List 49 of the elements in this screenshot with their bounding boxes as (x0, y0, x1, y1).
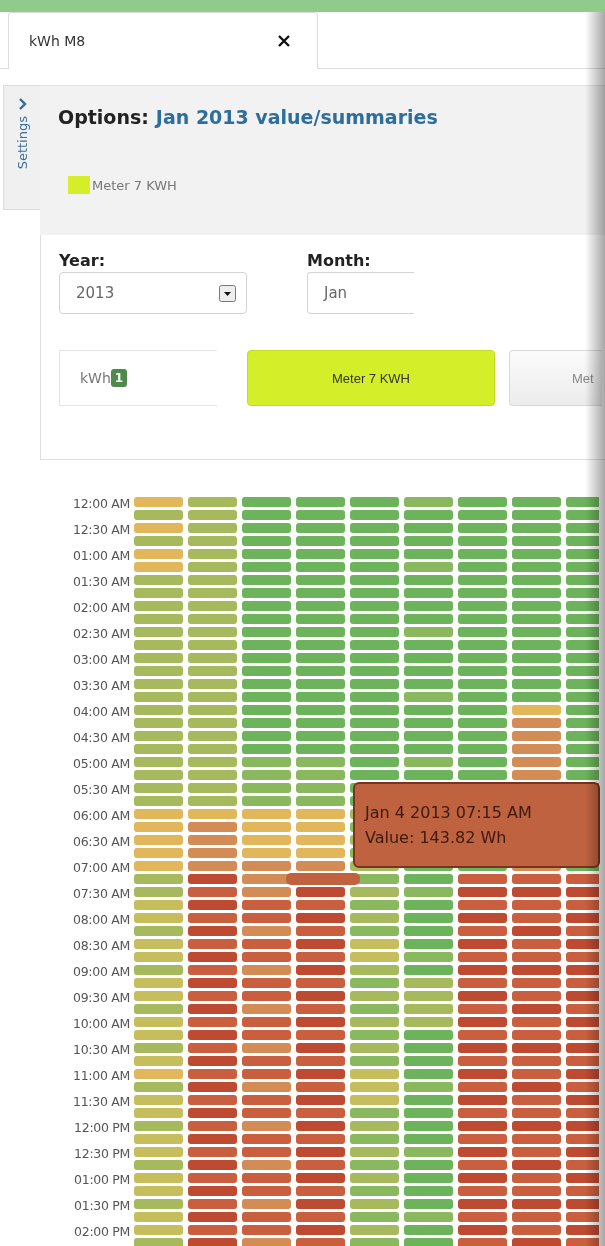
time-label: 04:00 AM (72, 705, 131, 721)
time-label: 01:30 AM (72, 575, 131, 591)
time-label: 02:00 PM (73, 1225, 131, 1241)
dropdown-icon[interactable] (219, 284, 236, 302)
time-label: 01:30 PM (73, 1199, 131, 1215)
tab-label: kWh M8 (29, 33, 86, 49)
time-label: 11:30 AM (72, 1095, 131, 1111)
meter-button[interactable]: Met (509, 350, 602, 406)
time-label: 05:00 AM (72, 757, 131, 773)
time-label: 08:00 AM (72, 913, 131, 929)
options-value: Jan 2013 value/summaries (155, 106, 438, 128)
time-label: 02:00 AM (72, 601, 131, 617)
time-label: 12:30 PM (73, 1147, 131, 1163)
time-label: 12:00 AM (72, 497, 131, 513)
count-badge: 1 (110, 369, 128, 387)
tab[interactable]: kWh M8 (8, 12, 318, 69)
unit-field[interactable]: kWh 1 (59, 350, 217, 406)
time-label: 11:00 AM (72, 1069, 131, 1085)
time-label: 08:30 AM (72, 939, 131, 955)
time-label: 03:30 AM (72, 679, 131, 695)
time-label: 02:30 AM (72, 627, 131, 643)
meter-button[interactable]: Meter 7 KWH (247, 350, 495, 406)
time-label: 05:30 AM (72, 783, 131, 799)
time-label: 03:00 AM (72, 653, 131, 669)
year-label: Year: (59, 251, 107, 270)
time-label: 04:30 AM (72, 731, 131, 747)
year-select[interactable]: 2013 (59, 272, 247, 314)
close-icon[interactable] (277, 34, 291, 48)
time-label: 06:00 AM (72, 809, 131, 825)
time-label: 12:30 AM (72, 523, 131, 539)
tooltip-line: Value: 143.82 Wh (365, 827, 508, 849)
time-label: 10:00 AM (72, 1017, 131, 1033)
time-label: 09:00 AM (72, 965, 131, 981)
month-label: Month: (307, 251, 372, 270)
time-label: 10:30 AM (72, 1043, 131, 1059)
time-label: 06:30 AM (72, 835, 131, 851)
time-label: 07:30 AM (72, 887, 131, 903)
settings-label: Settings (15, 116, 30, 170)
legend-label: Meter 7 KWH (92, 177, 177, 193)
options-label: Options: (58, 106, 149, 128)
time-label: 01:00 AM (72, 549, 131, 565)
settings-tab[interactable]: Settings (3, 85, 41, 210)
time-label: 01:00 PM (73, 1173, 131, 1189)
time-label: 09:30 AM (72, 991, 131, 1007)
tooltip-line: Jan 4 2013 07:15 AM (365, 802, 533, 824)
chevron-icon (17, 98, 28, 110)
time-label: 12:00 PM (73, 1121, 131, 1137)
month-select[interactable]: Jan (307, 272, 414, 314)
time-label: 07:00 AM (72, 861, 131, 877)
